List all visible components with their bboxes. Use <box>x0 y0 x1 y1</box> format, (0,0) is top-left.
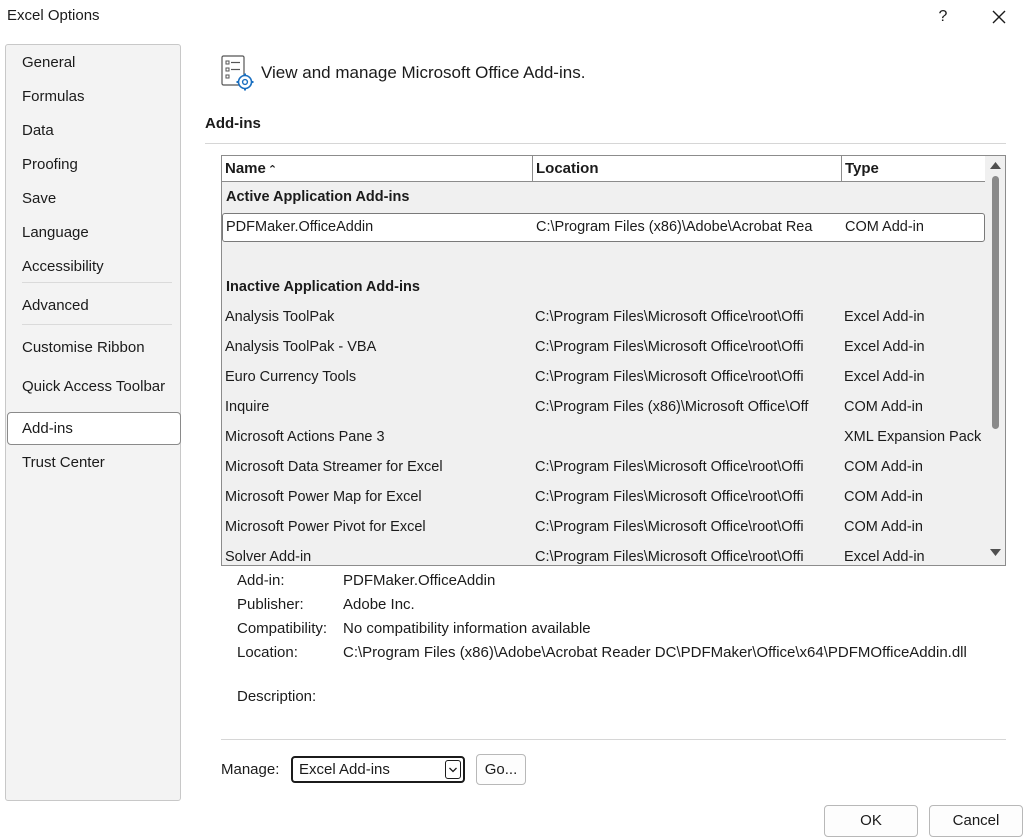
table-row[interactable]: Analysis ToolPak - VBA C:\Program Files\M… <box>222 332 985 362</box>
help-button[interactable]: ? <box>930 4 956 30</box>
detail-location-label: Location: <box>237 644 298 661</box>
detail-compatibility-value: No compatibility information available <box>343 620 591 637</box>
table-row[interactable]: Microsoft Actions Pane 3 XML Expansion Pa… <box>222 422 985 452</box>
close-icon <box>992 10 1006 24</box>
sidebar-item-add-ins[interactable]: Add-ins <box>22 420 73 437</box>
cell-type: COM Add-in <box>844 459 923 475</box>
details-divider <box>221 739 1006 740</box>
dialog-title: Excel Options <box>7 7 100 24</box>
group-header-inactive: Inactive Application Add-ins <box>226 279 420 295</box>
detail-description-label: Description: <box>237 688 317 705</box>
detail-publisher-label: Publisher: <box>237 596 304 613</box>
cell-type: COM Add-in <box>844 399 923 415</box>
table-row[interactable]: Euro Currency Tools C:\Program Files\Micr… <box>222 362 985 392</box>
sidebar-item-accessibility[interactable]: Accessibility <box>22 258 104 275</box>
cell-type: Excel Add-in <box>844 369 925 385</box>
cell-type: Excel Add-in <box>844 309 925 325</box>
column-header-location[interactable]: Location <box>533 156 842 181</box>
cell-location: C:\Program Files\Microsoft Office\root\O… <box>535 369 804 385</box>
detail-compatibility-label: Compatibility: <box>237 620 328 637</box>
manage-dropdown[interactable]: Excel Add-ins <box>291 756 465 783</box>
cell-type: COM Add-in <box>844 519 923 535</box>
column-header-name[interactable]: Name ⌃ <box>222 156 533 181</box>
cell-name: Euro Currency Tools <box>225 369 357 385</box>
chevron-down-icon[interactable] <box>445 760 461 779</box>
cell-name: Microsoft Power Map for Excel <box>225 489 422 505</box>
sidebar-item-save[interactable]: Save <box>22 190 56 207</box>
scroll-up-icon[interactable] <box>989 160 1002 170</box>
column-header-type[interactable]: Type <box>842 156 985 181</box>
scroll-down-icon[interactable] <box>989 548 1002 558</box>
table-row[interactable]: Microsoft Data Streamer for Excel C:\Prog… <box>222 452 985 482</box>
sidebar-divider <box>22 324 172 325</box>
table-row[interactable]: Analysis ToolPak C:\Program Files\Microso… <box>222 302 985 332</box>
cell-type: Excel Add-in <box>844 549 925 565</box>
detail-publisher-value: Adobe Inc. <box>343 596 415 613</box>
table-row[interactable]: PDFMaker.OfficeAddin C:\Program Files (x… <box>222 213 985 242</box>
sidebar-item-formulas[interactable]: Formulas <box>22 88 85 105</box>
cell-location: C:\Program Files\Microsoft Office\root\O… <box>535 549 804 565</box>
close-button[interactable] <box>986 4 1012 30</box>
cell-name: Microsoft Power Pivot for Excel <box>225 519 426 535</box>
go-button[interactable]: Go... <box>476 754 526 785</box>
cell-type: Excel Add-in <box>844 339 925 355</box>
sidebar-item-language[interactable]: Language <box>22 224 89 241</box>
table-row[interactable]: Inquire C:\Program Files (x86)\Microsoft … <box>222 392 985 422</box>
page-heading: View and manage Microsoft Office Add-ins… <box>261 63 586 82</box>
cancel-button[interactable]: Cancel <box>929 805 1023 837</box>
cell-type: COM Add-in <box>844 489 923 505</box>
cell-location: C:\Program Files (x86)\Microsoft Office\… <box>535 399 809 415</box>
cell-name: Microsoft Actions Pane 3 <box>225 429 385 445</box>
cell-name: Inquire <box>225 399 270 415</box>
detail-addin-value: PDFMaker.OfficeAddin <box>343 572 496 589</box>
ok-button[interactable]: OK <box>824 805 918 837</box>
group-header-active: Active Application Add-ins <box>226 189 410 205</box>
sidebar-item-customise-ribbon[interactable]: Customise Ribbon <box>22 339 145 356</box>
sidebar-divider <box>22 282 172 283</box>
sidebar-item-data[interactable]: Data <box>22 122 54 139</box>
manage-label: Manage: <box>221 761 280 778</box>
sidebar-item-quick-access-toolbar[interactable]: Quick Access Toolbar <box>22 378 165 395</box>
sidebar-item-trust-center[interactable]: Trust Center <box>22 454 105 471</box>
table-row[interactable]: Microsoft Power Pivot for Excel C:\Progra… <box>222 512 985 542</box>
cell-name: Analysis ToolPak <box>225 309 335 325</box>
sidebar-item-general[interactable]: General <box>22 54 75 71</box>
cell-name: Analysis ToolPak - VBA <box>225 339 377 355</box>
sidebar-item-proofing[interactable]: Proofing <box>22 156 78 173</box>
table-scrollbar[interactable] <box>986 156 1005 565</box>
cell-location: C:\Program Files\Microsoft Office\root\O… <box>535 489 804 505</box>
table-row[interactable]: Solver Add-in C:\Program Files\Microsoft … <box>222 542 985 565</box>
manage-dropdown-value: Excel Add-ins <box>299 761 390 778</box>
options-sidebar: General Formulas Data Proofing Save Lang… <box>5 44 181 801</box>
detail-location-value: C:\Program Files (x86)\Adobe\Acrobat Rea… <box>343 644 967 661</box>
cell-name: Microsoft Data Streamer for Excel <box>225 459 443 475</box>
addins-table[interactable]: Name ⌃ Location Type Active Application A… <box>221 155 1006 566</box>
cell-location: C:\Program Files\Microsoft Office\root\O… <box>535 309 804 325</box>
addins-settings-icon <box>219 54 257 92</box>
sort-ascending-icon: ⌃ <box>267 164 278 176</box>
cell-name: Solver Add-in <box>225 549 312 565</box>
section-title: Add-ins <box>205 115 261 132</box>
scrollbar-thumb[interactable] <box>992 176 999 429</box>
sidebar-item-advanced[interactable]: Advanced <box>22 297 89 314</box>
cell-type: XML Expansion Pack <box>844 429 982 445</box>
cell-location: C:\Program Files\Microsoft Office\root\O… <box>535 459 804 475</box>
section-divider <box>205 143 1006 144</box>
detail-addin-label: Add-in: <box>237 572 285 589</box>
table-row[interactable]: Microsoft Power Map for Excel C:\Program … <box>222 482 985 512</box>
cell-location: C:\Program Files\Microsoft Office\root\O… <box>535 339 804 355</box>
table-header: Name ⌃ Location Type <box>222 156 985 182</box>
cell-location: C:\Program Files\Microsoft Office\root\O… <box>535 519 804 535</box>
